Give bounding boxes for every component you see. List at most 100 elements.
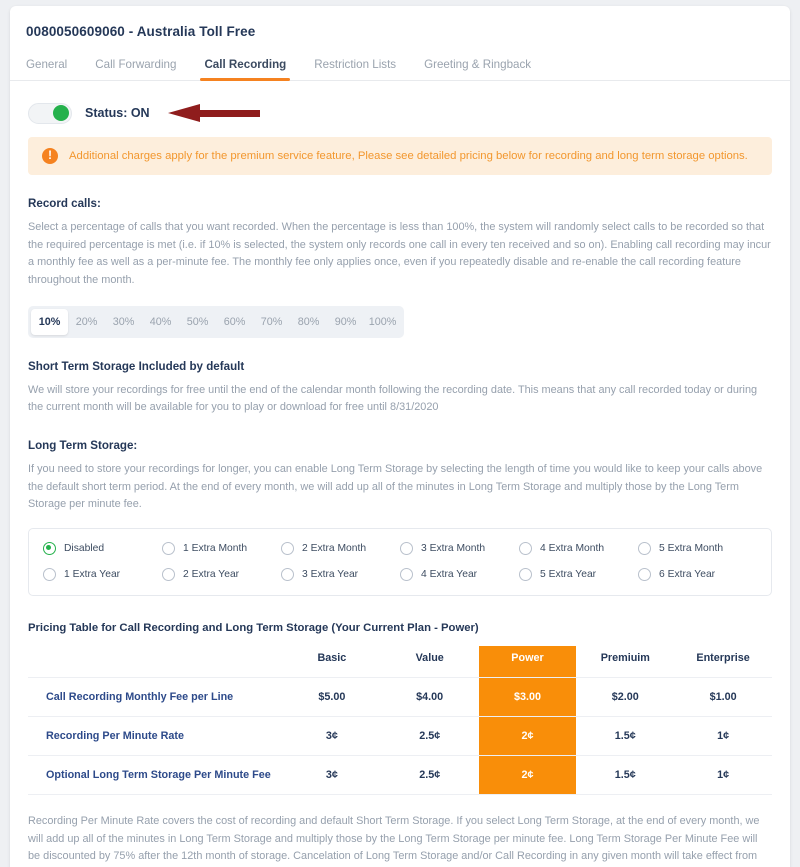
tab-restriction-lists[interactable]: Restriction Lists [300,52,410,80]
radio-3-extra-year[interactable]: 3 Extra Year [281,567,400,581]
cell-lts-enterprise: 1¢ [717,768,730,781]
radio-3-extra-month[interactable]: 3 Extra Month [400,541,519,555]
radio-label: 4 Extra Month [540,542,605,554]
pricing-table: Basic Value Power Premiuim Enterprise Ca… [28,645,772,795]
radio-label: 3 Extra Year [302,568,359,580]
col-header-value: Value [415,651,444,664]
radio-unselected-icon [43,567,56,581]
radio-label: Disabled [64,542,105,554]
page-root: 0080050609060 - Australia Toll Free Gene… [0,0,800,867]
long-term-storage-description: If you need to store your recordings for… [28,462,763,511]
percent-option-100[interactable]: 100% [364,309,401,335]
tab-greeting-ringback[interactable]: Greeting & Ringback [410,52,545,80]
pricing-footnote: Recording Per Minute Rate covers the cos… [28,814,760,863]
radio-unselected-icon [638,567,651,581]
cell-lts-basic: 3¢ [325,768,338,781]
radio-4-extra-year[interactable]: 4 Extra Year [400,567,519,581]
cell-recording-premium: 1.5¢ [614,729,636,742]
radio-label: 6 Extra Year [659,568,716,580]
radio-selected-icon [43,541,56,555]
percent-option-10[interactable]: 10% [31,308,68,335]
empty-corner-cell [28,646,283,678]
cell-recording-basic: 3¢ [325,729,338,742]
status-annotation-arrow-icon [167,104,260,122]
percent-option-20[interactable]: 20% [68,309,105,335]
row-label-lts-fee: Optional Long Term Storage Per Minute Fe… [46,768,271,781]
col-header-premium: Premiuim [600,651,650,664]
radio-4-extra-month[interactable]: 4 Extra Month [519,541,638,555]
radio-6-extra-year[interactable]: 6 Extra Year [638,567,757,581]
status-row: Status: ON [10,81,790,127]
table-row: Call Recording Monthly Fee per Line $5.0… [28,677,772,717]
radio-label: 5 Extra Month [659,542,724,554]
col-header-power: Power [478,645,577,678]
radio-label: 2 Extra Month [302,542,367,554]
tab-call-forwarding[interactable]: Call Forwarding [81,52,190,80]
percent-option-50[interactable]: 50% [179,309,216,335]
radio-label: 1 Extra Year [64,568,121,580]
pricing-table-title: Pricing Table for Call Recording and Lon… [28,621,479,634]
tab-bar: General Call Forwarding Call Recording R… [10,52,790,81]
status-toggle[interactable] [28,102,72,124]
radio-label: 2 Extra Year [183,568,240,580]
col-header-enterprise: Enterprise [696,651,750,664]
radio-label: 5 Extra Year [540,568,597,580]
long-term-storage-options: Disabled 1 Extra Month 2 Extra Month 3 E… [28,527,772,596]
percent-option-80[interactable]: 80% [290,309,327,335]
col-header-basic: Basic [317,651,347,664]
call-recording-card: 0080050609060 - Australia Toll Free Gene… [10,6,790,867]
cell-recording-enterprise: 1¢ [717,729,730,742]
cell-lts-premium: 1.5¢ [614,768,636,781]
radio-unselected-icon [281,567,294,581]
radio-unselected-icon [400,567,413,581]
cell-monthly-enterprise: $1.00 [709,690,737,703]
radio-2-extra-month[interactable]: 2 Extra Month [281,541,400,555]
table-header-row: Basic Value Power Premiuim Enterprise [28,645,772,678]
cell-lts-value: 2.5¢ [419,768,441,781]
record-percentage-selector[interactable]: 10% 20% 30% 40% 50% 60% 70% 80% 90% 100% [28,305,404,338]
radio-disabled[interactable]: Disabled [43,541,162,555]
radio-2-extra-year[interactable]: 2 Extra Year [162,567,281,581]
cell-monthly-premium: $2.00 [611,690,639,703]
alert-message: Additional charges apply for the premium… [69,150,748,162]
percent-option-60[interactable]: 60% [216,309,253,335]
cell-monthly-basic: $5.00 [318,690,346,703]
record-calls-section: Record calls: Select a percentage of cal… [10,197,790,290]
percent-option-40[interactable]: 40% [142,309,179,335]
short-term-storage-heading: Short Term Storage Included by default [28,359,245,373]
percent-option-70[interactable]: 70% [253,309,290,335]
radio-1-extra-month[interactable]: 1 Extra Month [162,541,281,555]
status-label: Status: ON [85,106,150,120]
tab-general[interactable]: General [26,52,81,80]
radio-unselected-icon [162,567,175,581]
premium-charges-alert: ! Additional charges apply for the premi… [28,137,772,175]
short-term-storage-description: We will store your recordings for free u… [28,383,758,414]
radio-1-extra-year[interactable]: 1 Extra Year [43,567,162,581]
cell-recording-power: 2¢ [478,716,577,756]
radio-unselected-icon [281,541,294,555]
tab-call-recording[interactable]: Call Recording [190,52,300,81]
table-row: Recording Per Minute Rate 3¢ 2.5¢ 2¢ 1.5… [28,716,772,756]
page-title: 0080050609060 - Australia Toll Free [26,24,256,39]
radio-label: 3 Extra Month [421,542,486,554]
radio-unselected-icon [519,567,532,581]
row-label-monthly-fee: Call Recording Monthly Fee per Line [46,690,234,703]
radio-unselected-icon [162,541,175,555]
exclamation-circle-icon: ! [42,148,58,164]
long-term-storage-section: Long Term Storage: If you need to store … [10,439,790,514]
cell-monthly-power: $3.00 [478,677,577,717]
cell-lts-power: 2¢ [478,755,577,795]
row-label-recording-rate: Recording Per Minute Rate [46,729,184,742]
percent-option-90[interactable]: 90% [327,309,364,335]
record-calls-description: Select a percentage of calls that you wa… [28,221,771,286]
radio-unselected-icon [638,541,651,555]
pricing-table-head: Basic Value Power Premiuim Enterprise [28,645,772,678]
radio-unselected-icon [400,541,413,555]
radio-label: 1 Extra Month [183,542,248,554]
long-term-storage-radio-grid: Disabled 1 Extra Month 2 Extra Month 3 E… [43,541,757,581]
percent-option-30[interactable]: 30% [105,309,142,335]
radio-5-extra-year[interactable]: 5 Extra Year [519,567,638,581]
radio-5-extra-month[interactable]: 5 Extra Month [638,541,757,555]
radio-label: 4 Extra Year [421,568,478,580]
short-term-storage-section: Short Term Storage Included by default W… [10,360,790,417]
